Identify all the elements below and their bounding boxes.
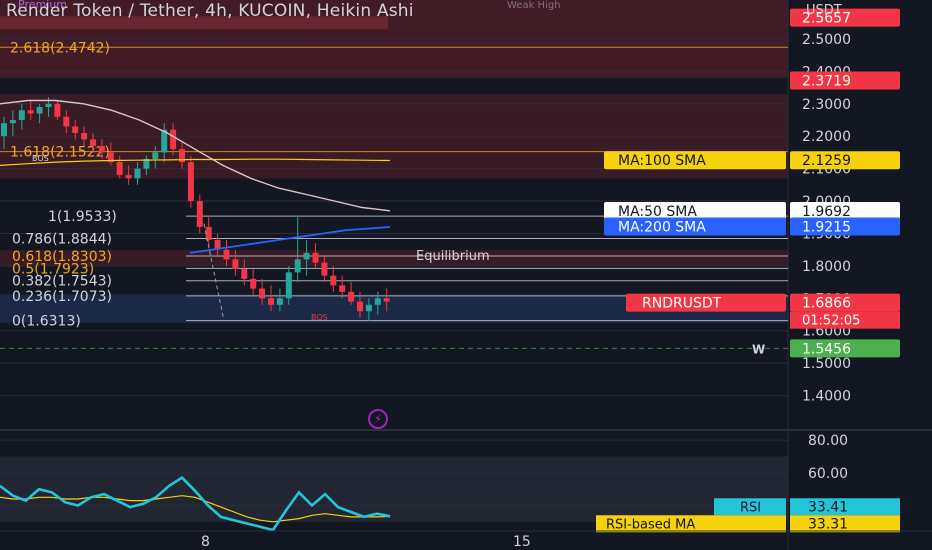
time-tick-label: 15: [513, 534, 531, 550]
fib-level-label: 0.382(1.7543): [12, 274, 112, 290]
candle-body: [196, 201, 203, 227]
bos-label-bottom: BOS: [311, 313, 328, 322]
candle-body: [348, 291, 355, 302]
price-tag-label: MA:200 SMA: [618, 219, 706, 235]
candle-body: [90, 139, 96, 146]
chart-title[interactable]: Render Token / Tether, 4h, KUCOIN, Heiki…: [6, 1, 414, 21]
candle-body: [232, 259, 239, 270]
candle-body: [45, 103, 52, 107]
equilibrium-zone: [0, 250, 788, 266]
candle-body: [268, 298, 274, 305]
candle-body: [276, 298, 283, 305]
rsi-value-label: 33.41: [808, 499, 848, 515]
currency-label[interactable]: USDT: [806, 3, 842, 18]
candle-body: [250, 278, 257, 289]
chart-root: 2.50002.40002.30002.20002.10002.00001.90…: [0, 0, 932, 550]
rsi-ma-tag-label: RSI-based MA: [606, 517, 695, 532]
candle-body: [125, 175, 132, 179]
price-tick-label: 1.4000: [802, 389, 851, 405]
price-badge-value: 1.9215: [802, 219, 851, 235]
candle-body: [294, 259, 301, 273]
price-tick-label: 1.8000: [802, 259, 851, 275]
rsi-tick-label: 60.00: [808, 466, 848, 482]
fib-level-label: 0(1.6313): [12, 314, 81, 330]
candle-body: [9, 119, 16, 124]
price-badge-value: 2.3719: [802, 73, 851, 89]
candle-body: [241, 269, 248, 279]
price-tag-label: RNDRUSDT: [642, 296, 722, 312]
price-tick-label: 2.3000: [802, 97, 851, 113]
price-tick-label: 1.5000: [802, 356, 851, 372]
price-badge-value: 1.5456: [802, 341, 851, 357]
candle-body: [187, 162, 194, 202]
candle-body: [18, 110, 25, 120]
candle-body: [72, 126, 79, 133]
candle-body: [312, 252, 319, 263]
candle-body: [330, 275, 337, 286]
candle-body: [134, 168, 141, 179]
candle-body: [383, 298, 390, 302]
candle-body: [259, 288, 266, 299]
bos-label-left: BOS: [32, 154, 49, 163]
fib-level-label: 1(1.9533): [48, 209, 117, 225]
candle-body: [303, 252, 310, 260]
candle-body: [223, 249, 230, 260]
fib-level-label: 0.236(1.7073): [12, 289, 112, 305]
candle-body: [54, 103, 61, 117]
candle-body: [36, 107, 43, 114]
candle-body: [365, 304, 372, 312]
candle-body: [27, 110, 34, 114]
fib-level-label: 2.618(2.4742): [10, 40, 110, 56]
price-tick-label: 2.2000: [802, 129, 851, 145]
candle-body: [1, 123, 7, 137]
countdown-label: 01:52:05: [802, 314, 860, 329]
rsi-tag-label: RSI: [740, 500, 761, 515]
candle-body: [81, 132, 88, 140]
chart-canvas[interactable]: 2.50002.40002.30002.20002.10002.00001.90…: [0, 0, 932, 550]
candle-body: [285, 272, 292, 299]
equilibrium-label: Equilibrium: [416, 249, 490, 264]
candle-body: [374, 298, 381, 305]
weak-high-label: Weak High: [507, 0, 561, 11]
fib-level-label: 0.786(1.8844): [12, 232, 112, 248]
rsi-band: [0, 456, 788, 522]
candle-body: [357, 301, 363, 312]
candle-body: [98, 145, 105, 153]
candle-body: [63, 116, 70, 127]
price-tick-label: 2.5000: [802, 32, 851, 48]
candle-body: [170, 129, 177, 150]
rsi-tick-label: 80.00: [808, 433, 848, 449]
candle-body: [339, 285, 346, 292]
rsi-ma-value-label: 33.31: [808, 516, 848, 532]
price-badge-value: 1.6866: [802, 296, 851, 312]
time-tick-label: 8: [201, 534, 210, 550]
fib-level-label: 1.618(2.1522): [10, 145, 110, 161]
candle-body: [152, 152, 159, 159]
candle-body: [116, 162, 123, 176]
weekly-marker: W: [752, 342, 765, 356]
lightning-icon[interactable]: ⚡: [368, 409, 388, 429]
price-tag-label: MA:100 SMA: [618, 153, 706, 169]
candle-body: [321, 262, 328, 276]
price-badge-value: 2.1259: [802, 153, 851, 169]
